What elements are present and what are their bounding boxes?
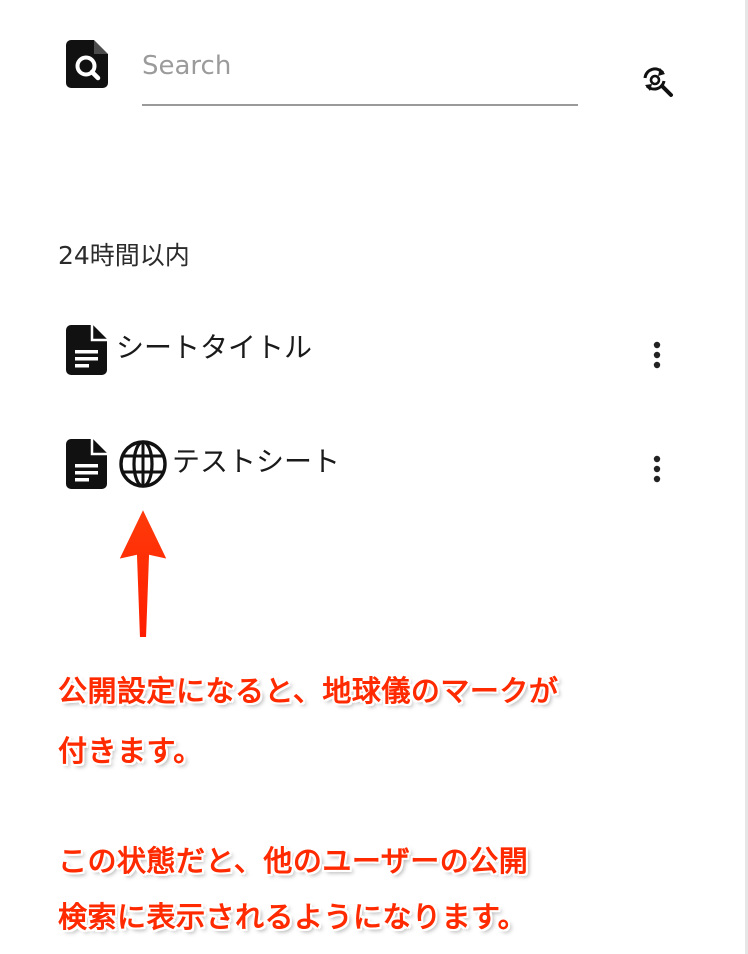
file-row[interactable]: テストシート	[0, 432, 748, 502]
annotation-line: 検索に表示されるようになります。	[58, 900, 528, 934]
annotation-line: 公開設定になると、地球儀のマークが	[58, 674, 559, 708]
annotation-arrow	[110, 500, 176, 644]
refresh-search-icon	[643, 67, 673, 97]
annotation-line: この状態だと、他のユーザーの公開	[58, 844, 529, 878]
document-icon	[66, 439, 107, 489]
more-vert-icon	[653, 455, 661, 483]
file-row[interactable]: シートタイトル	[0, 318, 748, 388]
document-icon	[66, 325, 107, 375]
search-input[interactable]	[142, 46, 578, 106]
file-title[interactable]: テストシート	[172, 440, 340, 480]
more-options-button[interactable]	[643, 454, 671, 486]
refresh-search-button[interactable]	[640, 64, 674, 98]
document-search-icon	[66, 40, 108, 88]
more-vert-icon	[653, 341, 661, 369]
more-options-button[interactable]	[643, 340, 671, 372]
search-field	[142, 46, 578, 108]
section-heading: 24時間以内	[58, 241, 190, 270]
file-title[interactable]: シートタイトル	[116, 326, 312, 366]
annotation-line: 付きます。	[58, 734, 203, 768]
globe-icon	[118, 439, 168, 489]
